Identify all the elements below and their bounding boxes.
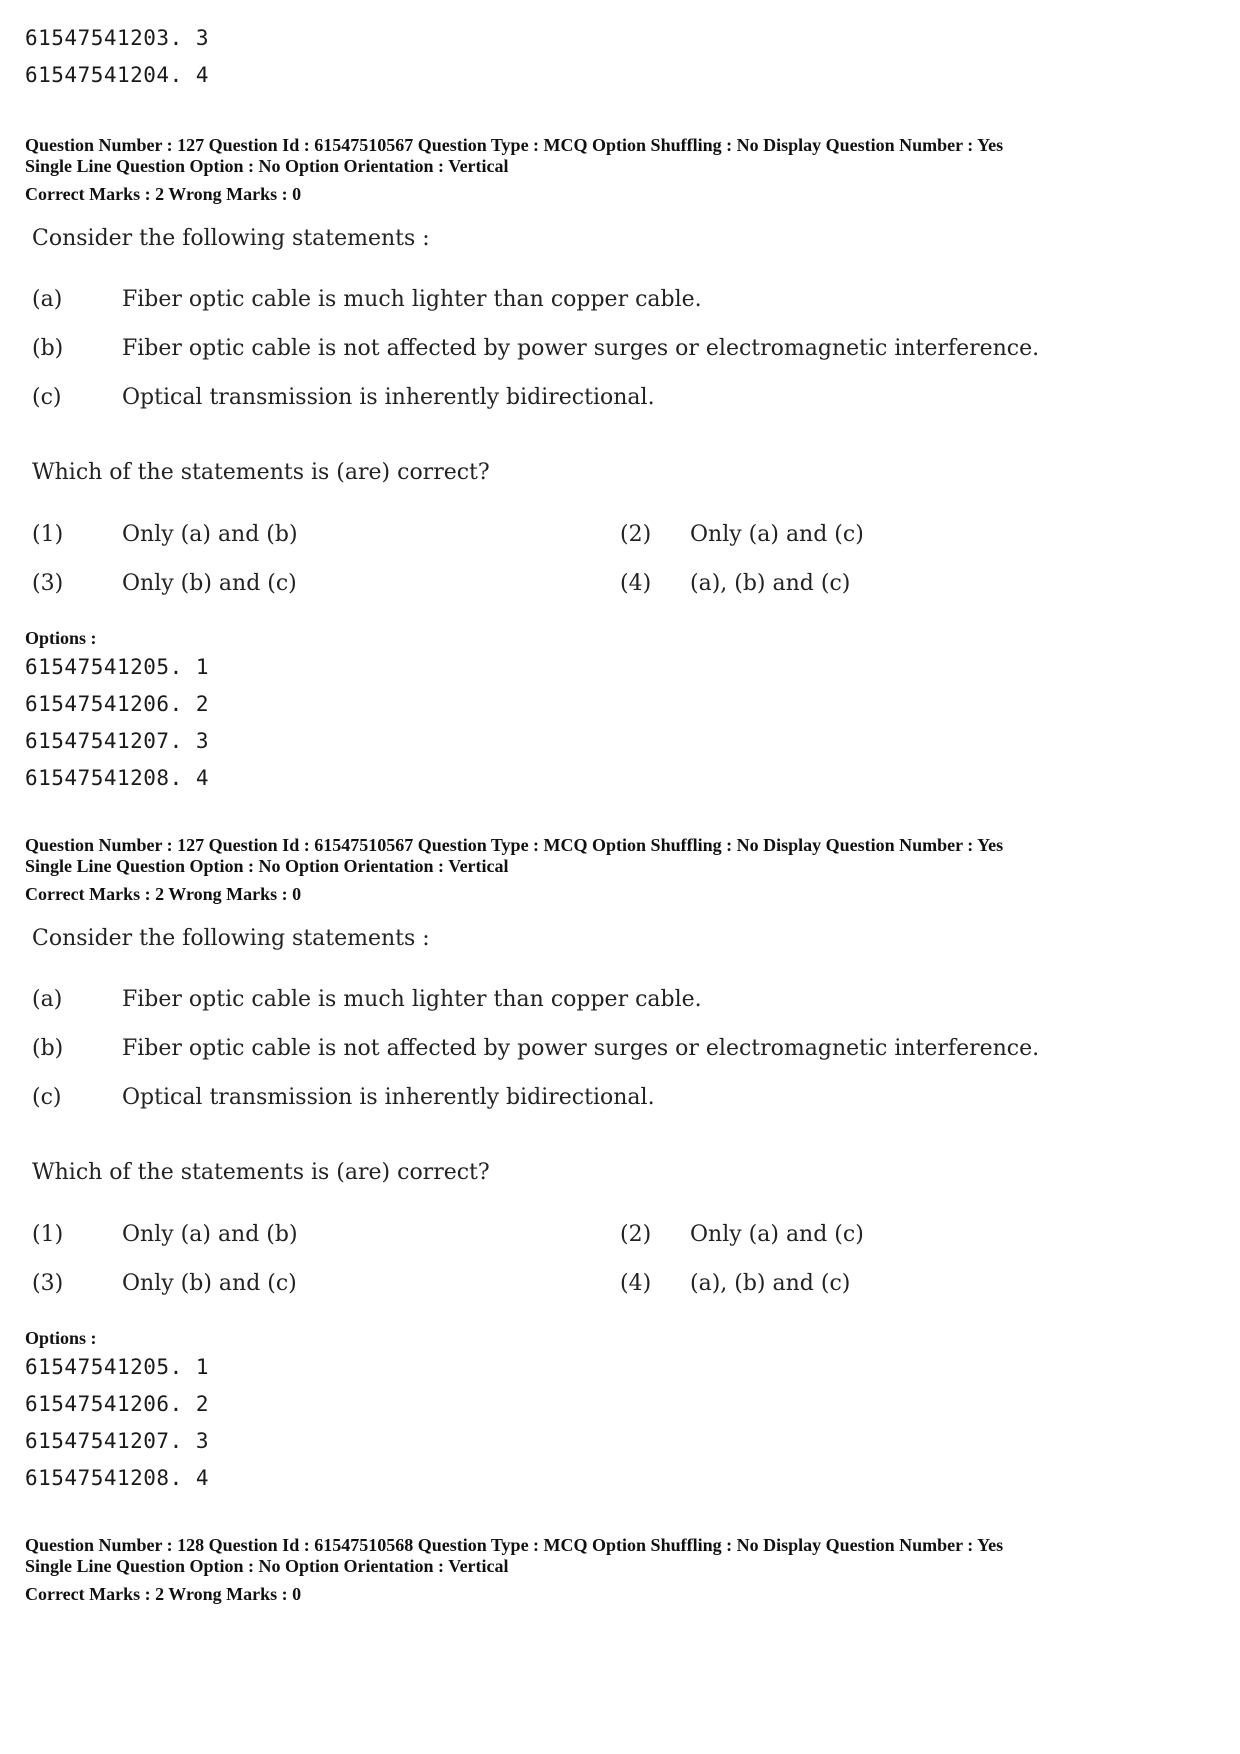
choice-text: Only (b) and (c) xyxy=(122,1271,297,1296)
choice-label: (4) xyxy=(620,1271,652,1296)
choice-label: (1) xyxy=(32,522,64,547)
question-marks: Correct Marks : 2 Wrong Marks : 0 xyxy=(25,184,302,204)
question-meta-line2: Single Line Question Option : No Option … xyxy=(25,1556,509,1576)
choice-text: (a), (b) and (c) xyxy=(690,571,851,596)
option-id-line: 61547541208. 4 xyxy=(25,1466,210,1490)
choice-label: (4) xyxy=(620,571,652,596)
option-id-line: 61547541203. 3 xyxy=(25,26,210,50)
option-id-line: 61547541206. 2 xyxy=(25,692,210,716)
question-meta-line1: Question Number : 128 Question Id : 6154… xyxy=(25,1535,1004,1555)
statement-label: (c) xyxy=(32,1085,62,1110)
choice-text: Only (b) and (c) xyxy=(122,571,297,596)
question-meta-line2: Single Line Question Option : No Option … xyxy=(25,856,509,876)
option-id-line: 61547541205. 1 xyxy=(25,655,210,679)
option-id-line: 61547541207. 3 xyxy=(25,1429,210,1453)
question-meta-line2: Single Line Question Option : No Option … xyxy=(25,156,509,176)
option-id-line: 61547541204. 4 xyxy=(25,63,210,87)
choice-text: Only (a) and (b) xyxy=(122,522,298,547)
option-id-line: 61547541206. 2 xyxy=(25,1392,210,1416)
question-intro: Consider the following statements : xyxy=(32,226,430,251)
question-intro: Consider the following statements : xyxy=(32,926,430,951)
choice-text: (a), (b) and (c) xyxy=(690,1271,851,1296)
statement-label: (a) xyxy=(32,987,63,1012)
choice-text: Only (a) and (b) xyxy=(122,1222,298,1247)
statement-text: Fiber optic cable is much lighter than c… xyxy=(122,987,702,1012)
statement-label: (a) xyxy=(32,287,63,312)
question-prompt: Which of the statements is (are) correct… xyxy=(32,1160,490,1185)
option-id-line: 61547541205. 1 xyxy=(25,1355,210,1379)
choice-text: Only (a) and (c) xyxy=(690,1222,864,1247)
choice-text: Only (a) and (c) xyxy=(690,522,864,547)
statement-text: Fiber optic cable is much lighter than c… xyxy=(122,287,702,312)
option-id-line: 61547541208. 4 xyxy=(25,766,210,790)
statement-label: (b) xyxy=(32,1036,64,1061)
choice-label: (2) xyxy=(620,1222,652,1247)
options-heading: Options : xyxy=(25,628,97,648)
statement-label: (c) xyxy=(32,385,62,410)
statement-text: Fiber optic cable is not affected by pow… xyxy=(122,1036,1040,1061)
statement-text: Fiber optic cable is not affected by pow… xyxy=(122,336,1040,361)
choice-label: (2) xyxy=(620,522,652,547)
question-meta-line1: Question Number : 127 Question Id : 6154… xyxy=(25,835,1004,855)
question-marks: Correct Marks : 2 Wrong Marks : 0 xyxy=(25,884,302,904)
question-prompt: Which of the statements is (are) correct… xyxy=(32,460,490,485)
statement-text: Optical transmission is inherently bidir… xyxy=(122,1085,655,1110)
statement-text: Optical transmission is inherently bidir… xyxy=(122,385,655,410)
choice-label: (3) xyxy=(32,571,64,596)
choice-label: (3) xyxy=(32,1271,64,1296)
question-marks: Correct Marks : 2 Wrong Marks : 0 xyxy=(25,1584,302,1604)
options-heading: Options : xyxy=(25,1328,97,1348)
option-id-line: 61547541207. 3 xyxy=(25,729,210,753)
question-meta-line1: Question Number : 127 Question Id : 6154… xyxy=(25,135,1004,155)
choice-label: (1) xyxy=(32,1222,64,1247)
statement-label: (b) xyxy=(32,336,64,361)
